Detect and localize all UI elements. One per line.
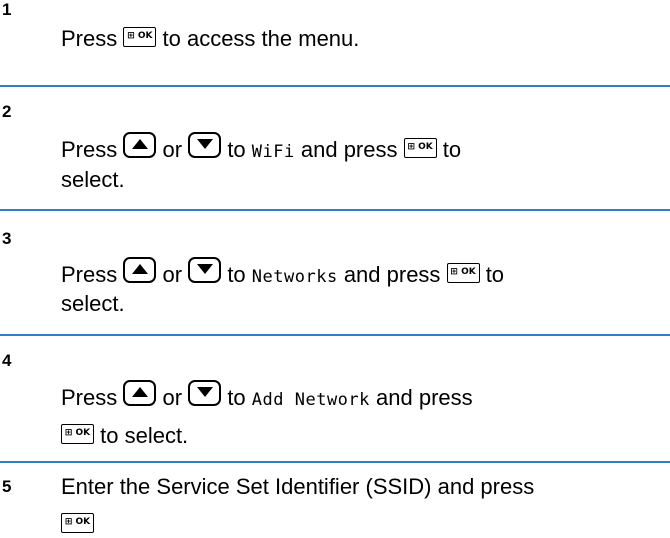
- ok-key-icon: ⊞ OK: [123, 27, 157, 48]
- down-arrow-icon: [188, 132, 222, 159]
- menu-item-code: Add Network: [251, 390, 370, 410]
- step-word: to access the menu.: [162, 26, 360, 51]
- step-text-line2: ⊞ OK: [61, 512, 670, 538]
- menu-item-code: WiFi: [251, 142, 295, 162]
- step-word: and press: [376, 385, 473, 410]
- down-arrow-icon: [188, 257, 222, 284]
- step-number: 5: [2, 477, 12, 496]
- ok-key-icon: ⊞ OK: [61, 513, 94, 534]
- step-word: Press: [61, 262, 118, 287]
- step-text-line2: select.: [61, 167, 125, 192]
- step-word: Press: [61, 137, 118, 162]
- ok-key-icon: ⊞ OK: [446, 263, 480, 284]
- step-number: 4: [2, 351, 12, 370]
- ok-key-icon: ⊞ OK: [403, 138, 437, 159]
- step-word: and press: [343, 262, 441, 287]
- step-word: to select.: [100, 423, 189, 448]
- separator: [0, 461, 670, 463]
- step-number: 1: [2, 0, 12, 19]
- step-word: to: [227, 137, 246, 162]
- step-word: or: [162, 137, 183, 162]
- step-word: or: [162, 385, 183, 410]
- step-word: to: [442, 137, 462, 162]
- up-arrow-icon: [123, 132, 157, 159]
- step-number: 2: [2, 102, 12, 121]
- step-text: Press or to Add Network and press: [61, 380, 670, 413]
- ok-key-icon: ⊞ OK: [61, 424, 94, 445]
- step-text: Press or to Networks and press ⊞ OK to: [61, 257, 670, 290]
- up-arrow-icon: [123, 380, 157, 407]
- step-word: and press: [300, 137, 398, 162]
- step-text-line2: ⊞ OK to select.: [61, 423, 670, 449]
- down-arrow-icon: [188, 380, 222, 407]
- step-word: Press: [61, 385, 118, 410]
- step-number: 3: [2, 229, 12, 248]
- step-word: or: [162, 262, 183, 287]
- step-word: Press: [61, 26, 118, 51]
- step-word: to: [485, 262, 505, 287]
- separator: [0, 334, 670, 336]
- step-text: Press or to WiFi and press ⊞ OK to: [61, 132, 670, 165]
- separator: [0, 209, 670, 211]
- separator: [0, 85, 670, 87]
- step-word: to: [227, 385, 246, 410]
- up-arrow-icon: [123, 257, 157, 284]
- step-text: Press ⊞ OK to access the menu.: [61, 26, 670, 52]
- menu-item-code: Networks: [251, 267, 338, 287]
- step-text-line2: select.: [61, 291, 125, 316]
- step-text: Enter the Service Set Identifier (SSID) …: [61, 474, 535, 499]
- step-word: to: [227, 262, 246, 287]
